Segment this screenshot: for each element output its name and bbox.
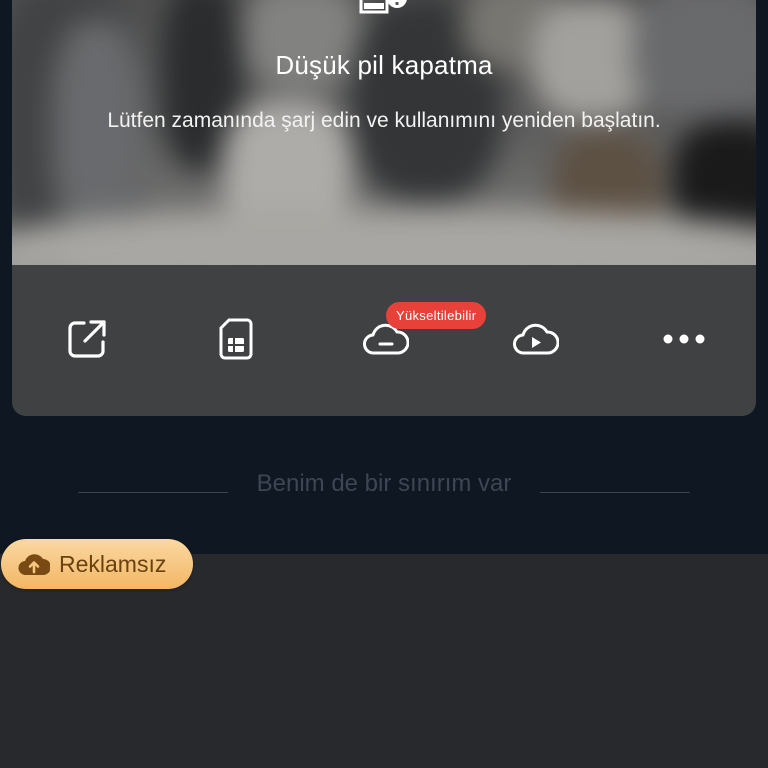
cloud-playback-button[interactable] <box>508 313 564 369</box>
more-dots-icon <box>662 332 706 350</box>
cloud-play-icon <box>513 322 560 361</box>
sim-card-icon <box>219 318 253 365</box>
cloud-upload-icon <box>18 551 51 577</box>
low-battery-warning-icon <box>359 0 409 22</box>
ad-free-button[interactable]: Reklamsız <box>1 539 193 589</box>
limit-divider: Benim de bir sınırım var <box>0 468 768 504</box>
sim-card-button[interactable] <box>208 313 264 369</box>
notice-message: Lütfen zamanında şarj edin ve kullanımın… <box>107 109 661 132</box>
camera-preview[interactable]: Düşük pil kapatma Lütfen zamanında şarj … <box>12 0 756 265</box>
camera-card: Düşük pil kapatma Lütfen zamanında şarj … <box>12 0 756 416</box>
ad-free-label: Reklamsız <box>59 551 167 577</box>
divider-line-right <box>540 492 690 493</box>
more-button[interactable] <box>656 313 712 369</box>
app-screen: Düşük pil kapatma Lütfen zamanında şarj … <box>0 0 768 768</box>
limit-text: Benim de bir sınırım var <box>256 470 512 497</box>
share-button[interactable] <box>59 313 115 369</box>
upgrade-badge: Yükseltilebilir <box>386 302 487 329</box>
action-toolbar: Yükseltilebilir <box>12 265 756 416</box>
notice-title: Düşük pil kapatma <box>275 50 493 80</box>
share-external-icon <box>67 319 107 364</box>
